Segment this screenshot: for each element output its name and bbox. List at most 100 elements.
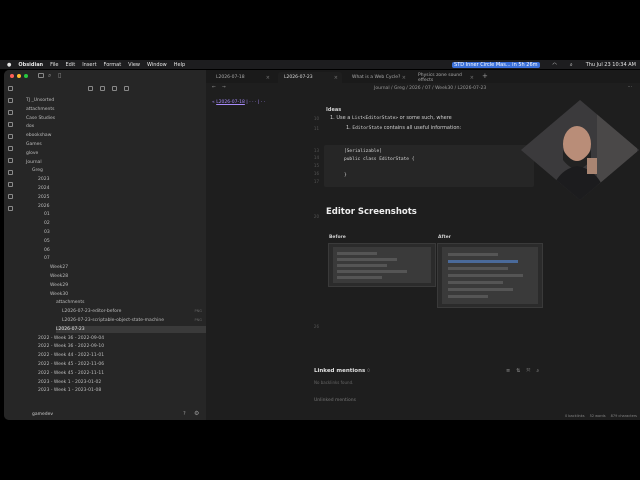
ribbon-canvas-icon[interactable] [8,110,13,115]
ribbon-graph-icon[interactable] [8,98,13,103]
forward-icon[interactable]: → [222,85,226,90]
tree-item[interactable]: L2026-07-23-scriptable-object-state-mach… [62,317,206,324]
close-tab-icon[interactable]: × [334,75,338,81]
ribbon-tasks-icon[interactable] [8,182,13,187]
tree-item[interactable]: 03 [44,229,206,236]
menu-view[interactable]: View [128,62,140,68]
menu-edit[interactable]: Edit [66,62,76,68]
tree-item[interactable]: TJ _Unsorted [26,97,206,104]
linked-mentions-heading[interactable]: Linked mentions 0 [314,368,370,374]
breadcrumb[interactable]: Journal / Greg / 2026 / 07 / Week30 / L2… [374,86,486,91]
tree-item[interactable]: attachments [56,299,206,306]
inspector-row [448,295,488,298]
tree-item[interactable]: Week28 [50,273,206,280]
minimize-window-button[interactable] [17,74,21,78]
tree-item[interactable]: 2022 - Week 44 - 2022-11-01 [38,352,206,359]
tree-item[interactable]: 2022 - Week 45 - 2022-11-11 [38,370,206,377]
settings-icon[interactable]: ⚙ [194,410,199,417]
tab-l2026-07-18[interactable]: L2026-07-18 × [210,72,274,83]
new-note-icon[interactable] [88,86,93,91]
clock[interactable]: Thu Jul 23 10:34 AM [586,62,636,68]
ribbon-template-icon[interactable] [8,146,13,151]
prev-day-link[interactable]: « L2026-07-18 | · · · | · · [212,100,265,105]
tree-item[interactable]: Case Studies [26,115,206,122]
show-more-context-icon[interactable]: ⤧ [526,368,530,374]
sort-icon[interactable] [112,86,117,91]
tree-item[interactable]: attachments [26,106,206,113]
sidebar-toggle-icon[interactable] [38,73,44,78]
tree-item[interactable]: dox [26,123,206,130]
menu-file[interactable]: File [50,62,58,68]
tree-item[interactable]: 2022 - Week 45 - 2022-11-06 [38,361,206,368]
tree-item[interactable]: 05 [44,238,206,245]
menu-format[interactable]: Format [104,62,122,68]
code-block[interactable]: [Serializable] public class EditorState … [324,145,534,187]
before-label: Before [329,235,346,240]
tab-physics-sound[interactable]: Physics zone sound effects × [412,72,478,83]
help-icon[interactable]: ? [183,411,186,417]
tree-item[interactable]: 2023 [38,176,206,183]
tree-item[interactable]: 02 [44,220,206,227]
close-tab-icon[interactable]: × [402,75,406,81]
menu-window[interactable]: Window [147,62,167,68]
tree-item[interactable]: L2026-07-23 [56,325,206,333]
tab-web-cycle[interactable]: What is a Web Cycle? × [346,72,410,83]
more-options-icon[interactable]: ⋯ [628,85,633,90]
tree-item[interactable]: Journal [26,159,206,166]
apple-icon[interactable]: ● [7,62,11,68]
menu-help[interactable]: Help [174,62,185,68]
close-tab-icon[interactable]: × [470,75,474,81]
menu-insert[interactable]: Insert [82,62,96,68]
back-icon[interactable]: ← [212,85,216,90]
ribbon-tag-icon[interactable] [8,194,13,199]
tree-item-label: attachments [26,106,55,112]
screenshot-before[interactable] [328,243,436,287]
tree-item[interactable]: 2022 - Week 36 - 2022-09-10 [38,343,206,350]
status-backlinks[interactable]: 0 backlinks [565,414,585,418]
tree-item[interactable]: 2025 [38,194,206,201]
unlinked-mentions-heading[interactable]: Unlinked mentions [314,398,356,403]
tree-item[interactable]: 2023 - Week 1 - 2023-01-08 [38,387,206,394]
tree-item[interactable]: glove [26,150,206,157]
close-tab-icon[interactable]: × [266,75,270,81]
tree-item[interactable]: 07 [44,255,206,262]
tree-item[interactable]: 06 [44,247,206,254]
vault-switcher[interactable]: gamedev [32,412,53,417]
ribbon-command-icon[interactable] [8,134,13,139]
tree-item[interactable]: 2023 - Week 1 - 2023-01-02 [38,379,206,386]
new-tab-button[interactable]: + [482,72,488,80]
tree-item[interactable]: 2022 - Week 36 - 2022-09-04 [38,335,206,342]
screenshot-after[interactable] [437,243,543,308]
ribbon-calendar-icon[interactable] [8,170,13,175]
tree-item[interactable]: Games [26,141,206,148]
calendar-event[interactable]: STD Inner Circle Mas... in 5h 26m [452,61,540,68]
tree-item[interactable]: Week30 [50,291,206,298]
tab-l2026-07-23[interactable]: L2026-07-23 × [278,72,342,83]
tree-item[interactable]: Greg [32,167,206,174]
new-folder-icon[interactable] [100,86,105,91]
tree-item[interactable]: 01 [44,211,206,218]
bookmark-icon[interactable]: ▯ [58,72,61,79]
ribbon-daily-icon[interactable] [8,122,13,127]
zoom-window-button[interactable] [24,74,28,78]
tree-item[interactable]: Week27 [50,264,206,271]
search-icon[interactable]: ⌕ [570,62,573,68]
wifi-icon[interactable]: ◠ [553,62,557,68]
collapse-all-icon[interactable] [124,86,129,91]
menu-app[interactable]: Obsidian [18,62,43,68]
sort-order-icon[interactable]: ⇅ [516,368,520,374]
tree-item-label: 2026 [38,203,50,209]
tree-item[interactable]: 2024 [38,185,206,192]
collapse-results-icon[interactable]: ≡ [506,368,510,374]
tree-item[interactable]: 2026 [38,203,206,210]
ribbon-close-icon[interactable] [8,206,13,211]
tree-item[interactable]: Week29 [50,282,206,289]
close-window-button[interactable] [10,74,14,78]
tree-item[interactable]: L2026-07-23-editor-before PNG [62,308,206,315]
code-line: public class EditorState { [344,157,415,162]
tree-item[interactable]: ebookshaw [26,132,206,139]
search-icon[interactable]: ⌕ [48,72,51,80]
ribbon-terminal-icon[interactable] [8,158,13,163]
ribbon-files-icon[interactable] [8,86,13,91]
search-filter-icon[interactable]: ⌕ [536,368,539,374]
